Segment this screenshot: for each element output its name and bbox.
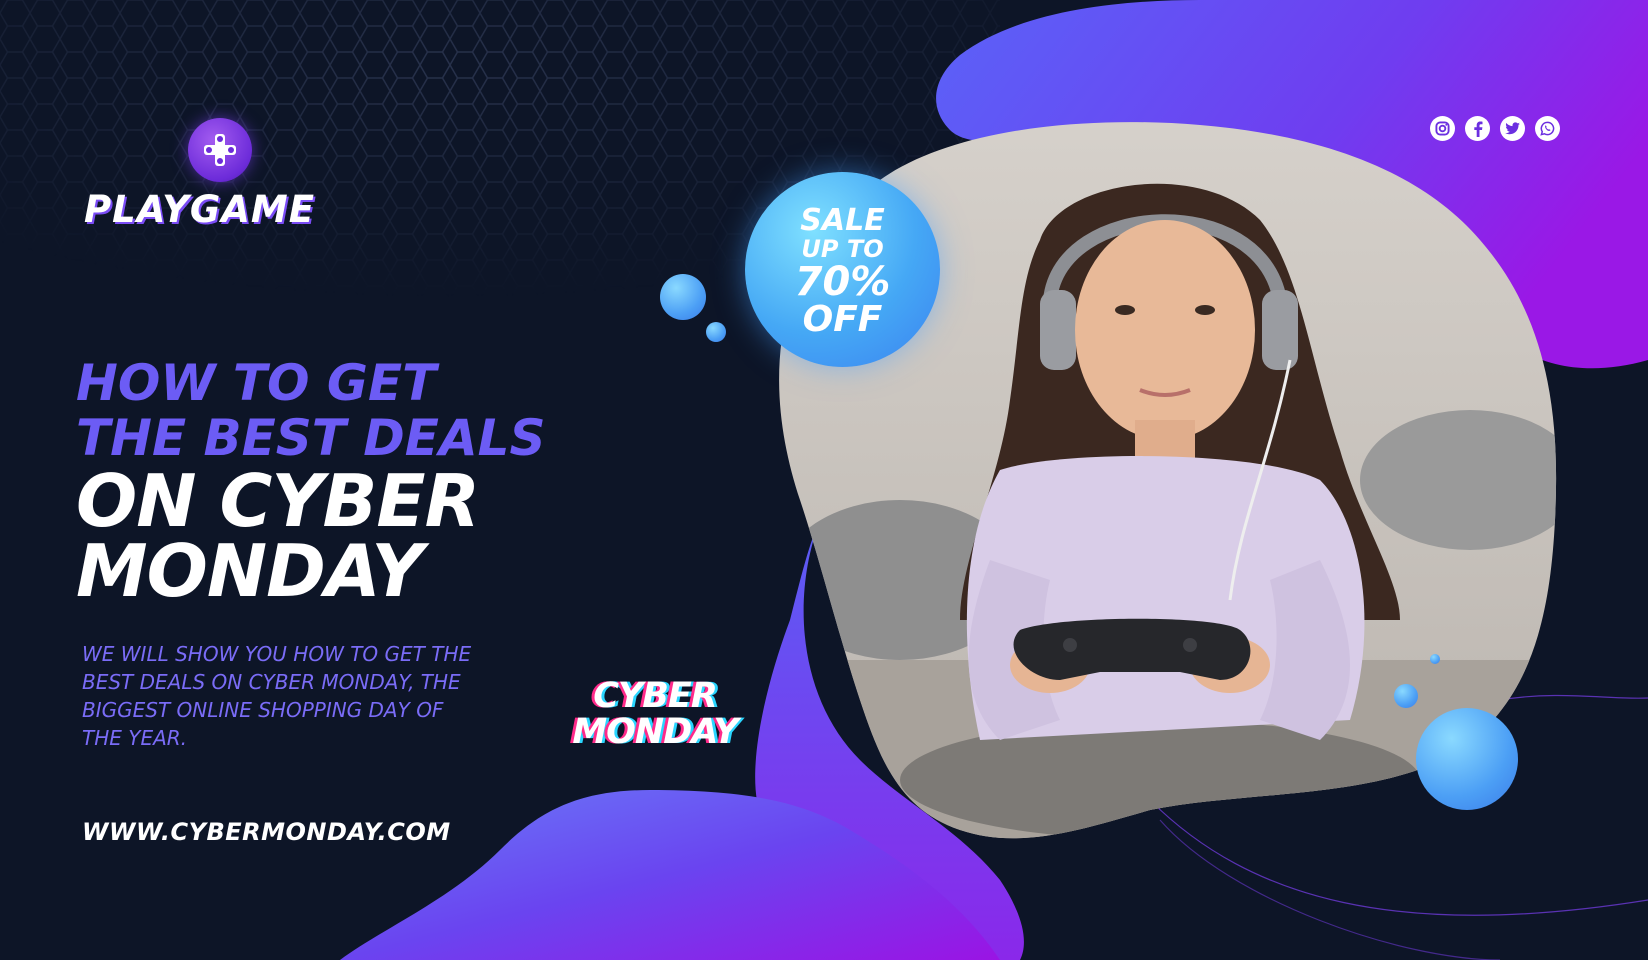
- sale-badge-percent: 70%: [794, 259, 891, 305]
- bubble-decoration: [660, 274, 706, 320]
- twitter-icon[interactable]: [1500, 116, 1525, 141]
- whatsapp-icon[interactable]: [1535, 116, 1560, 141]
- brand-name: PLAYGAME: [84, 188, 315, 231]
- glitch-line-2: MONDAY: [572, 712, 738, 752]
- sale-badge-line-1: SALE: [800, 203, 885, 238]
- bubble-decoration: [1430, 654, 1440, 664]
- bubble-decoration: [706, 322, 726, 342]
- bubble-decoration: [1416, 708, 1518, 810]
- headline-line-4: MONDAY: [76, 529, 423, 613]
- gamepad-logo-icon: [188, 118, 252, 182]
- headline-line-1: HOW TO GET: [76, 354, 437, 412]
- bubble-decoration: [1394, 684, 1418, 708]
- headline-line-2: THE BEST DEALS: [76, 409, 546, 467]
- website-link[interactable]: WWW.CYBERMONDAY.COM: [82, 818, 451, 846]
- glitch-line-1: CYBER: [593, 676, 718, 716]
- description-text: WE WILL SHOW YOU HOW TO GET THE BEST DEA…: [82, 642, 472, 750]
- sale-badge-line-4: OFF: [802, 299, 883, 340]
- headline: HOW TO GET THE BEST DEALS ON CYBER MONDA…: [76, 354, 546, 613]
- cyber-monday-glitch-logo: CYBER MONDAY: [540, 678, 770, 750]
- facebook-icon[interactable]: [1465, 116, 1490, 141]
- social-links: [1430, 116, 1560, 141]
- sale-badge: SALE UP TO 70% OFF: [745, 172, 940, 367]
- instagram-icon[interactable]: [1430, 116, 1455, 141]
- headline-line-3: ON CYBER: [76, 459, 480, 543]
- promo-banner: PLAYGAME HOW TO GET THE BEST DEALS ON CY…: [0, 0, 1648, 960]
